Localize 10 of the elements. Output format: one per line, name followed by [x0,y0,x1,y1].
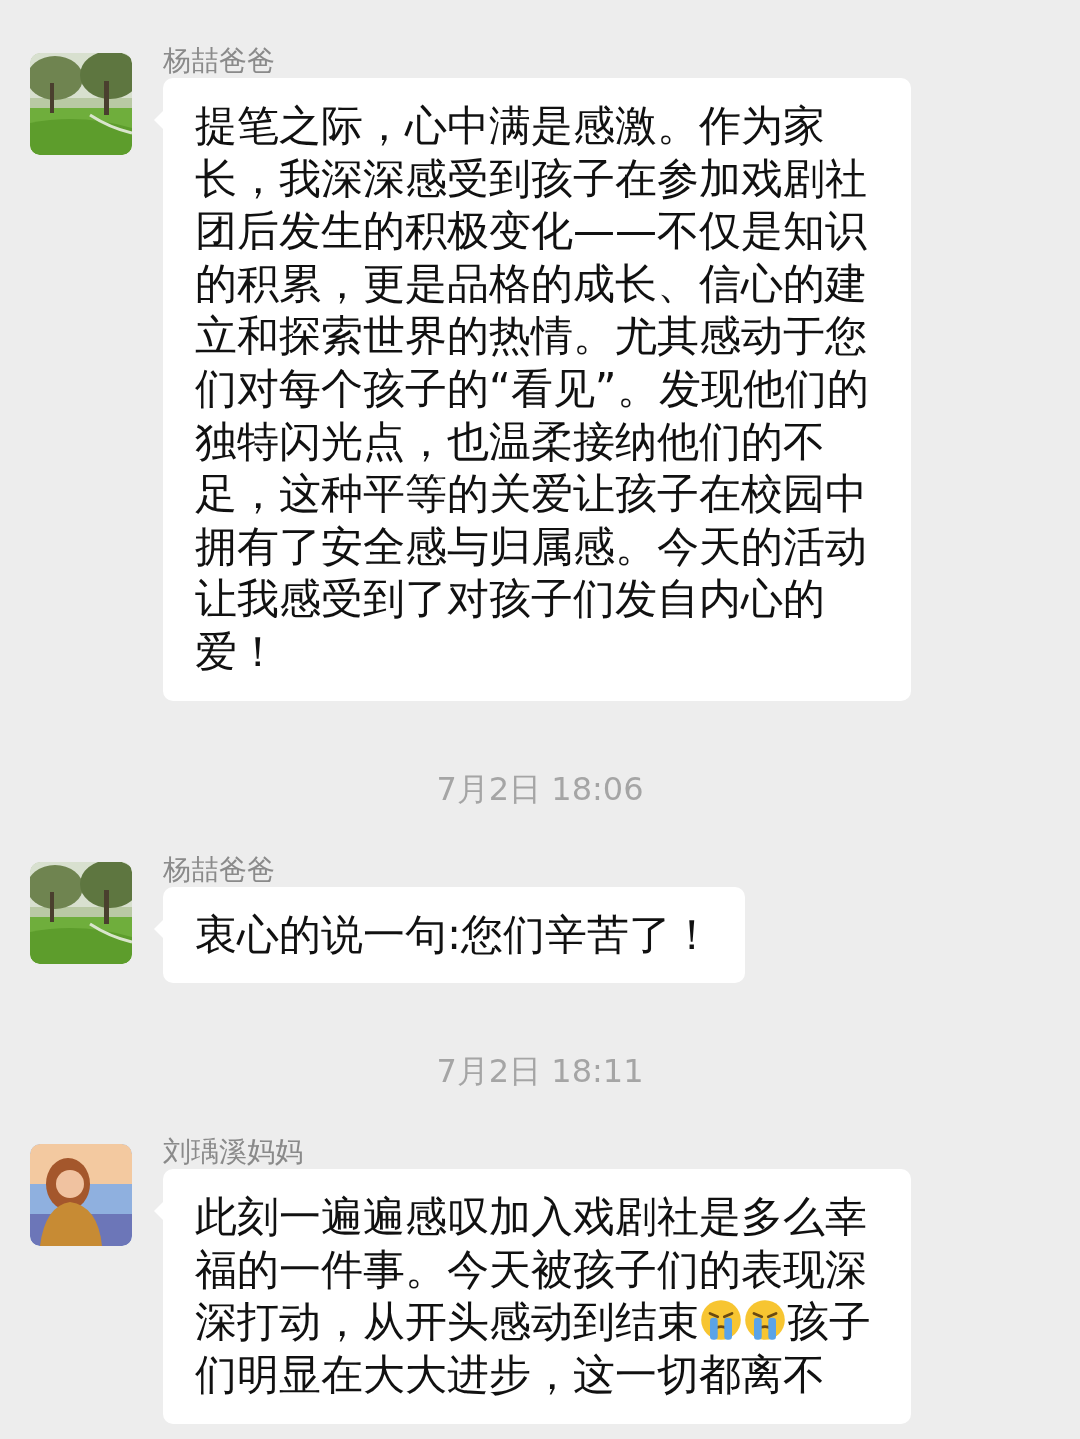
timestamp: 7月2日 18:11 [435,1051,645,1092]
sender-name: 刘瑀溪妈妈 [163,1135,303,1170]
timestamp: 7月2日 18:06 [435,768,645,809]
message-bubble: 此刻一遍遍感叹加入戏剧社是多么幸福的一件事。今天被孩子们的表现深深打动，从开头感动到结束 孩子们明显在大大进步，这一切都离不 [163,1169,911,1424]
crying-face-icon [743,1298,787,1343]
message-bubble: 提笔之际，心中满是感激。作为家长，我深深感受到孩子在参加戏剧社团后发生的积极变化——不仅是知识的积累，更是品格的成长、信心的建立和探索世界的热情。尤其感动于您们对每个孩子的“看见”。发现他们的独特闪光点，也温柔接纳他们的不足，这种平等的关爱让孩子在校园中拥有了安全感与归属感。今天的活动让我感受到了对孩子们发自内心的爱！ [163,78,911,701]
sender-name: 杨喆爸爸 [163,44,275,78]
sender-name: 杨喆爸爸 [163,852,275,887]
message-bubble: 衷心的说一句:您们辛苦了！ [163,886,746,984]
crying-face-icon [699,1298,743,1343]
